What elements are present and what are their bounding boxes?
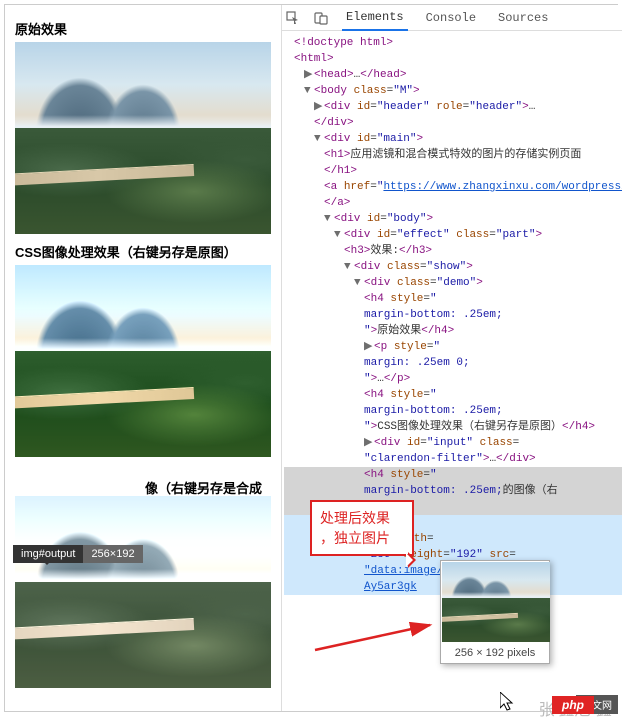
annotation-callout: 处理后效果 ，独立图片 (310, 500, 414, 556)
callout-line2: ，独立图片 (320, 530, 390, 546)
inspect-icon[interactable] (286, 11, 300, 25)
dom-h4-1: 原始效果 (377, 325, 421, 337)
dom-h4-style2: margin-bottom: .25em; (364, 405, 503, 417)
device-toggle-icon[interactable] (314, 11, 328, 25)
heading-css-effect: CSS图像处理效果（右键另存是原图） (15, 242, 271, 261)
hover-thumbnail (442, 562, 550, 642)
output-image[interactable] (15, 496, 271, 688)
dom-p-style: margin: .25em 0; (364, 357, 470, 369)
hover-dimensions: 256 × 192 pixels (441, 643, 549, 663)
element-inspect-tooltip: img#output 256×192 (13, 545, 143, 563)
devtools-toolbar: Elements Console Sources (282, 5, 622, 31)
heading-original: 原始效果 (15, 19, 271, 38)
cursor-icon (500, 692, 516, 712)
dom-h4-2: CSS图像处理效果（右键另存是原图） (377, 421, 562, 433)
dom-doctype: <!doctype html> (294, 37, 393, 49)
tab-sources[interactable]: Sources (494, 5, 552, 31)
image-hover-preview: 256 × 192 pixels (440, 560, 550, 664)
tab-elements[interactable]: Elements (342, 5, 408, 31)
tooltip-selector: img#output (13, 545, 83, 563)
dom-h3: 效果: (370, 245, 399, 257)
annotation-arrow-icon (310, 620, 440, 660)
dom-h4-style: margin-bottom: .25em; (364, 309, 503, 321)
css-filtered-image[interactable] (15, 265, 271, 457)
tab-console[interactable]: Console (422, 5, 480, 31)
dom-h1-text: 应用滤镜和混合模式特效的图片的存储实例页面 (350, 149, 581, 161)
dom-link-href[interactable]: https://www.zhangxinxu.com/wordpress/?p=… (383, 181, 622, 193)
dom-h4-3: 的图像（右 (503, 485, 558, 497)
page-preview-panel: 原始效果 CSS图像处理效果（右键另存是原图） x 像（右键另存是合成图） im… (5, 5, 282, 711)
original-image[interactable] (15, 42, 271, 234)
php-badge: php (552, 696, 594, 714)
callout-line1: 处理后效果 (320, 510, 390, 526)
tooltip-size: 256×192 (83, 545, 142, 563)
dom-selected-h4[interactable]: <h4 style=" (284, 467, 622, 483)
